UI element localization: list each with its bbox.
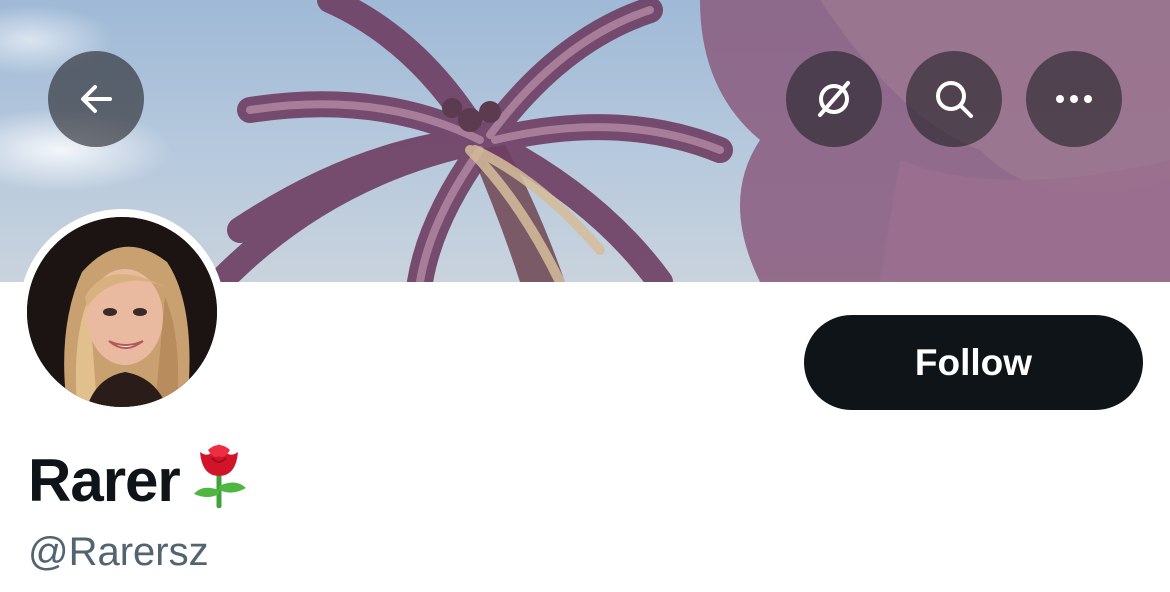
grok-button[interactable] (786, 51, 882, 147)
search-icon (936, 81, 973, 118)
username-handle: @Rarersz (28, 530, 209, 574)
more-horizontal-icon (1056, 95, 1092, 103)
grok-icon (818, 81, 850, 117)
follow-button[interactable]: Follow (804, 315, 1143, 410)
arrow-left-icon (81, 85, 112, 113)
avatar[interactable] (27, 217, 217, 407)
avatar-photo (27, 217, 217, 407)
display-name-text: Rarer (28, 446, 181, 514)
search-button[interactable] (906, 51, 1002, 147)
more-button[interactable] (1026, 51, 1122, 147)
back-button[interactable] (48, 51, 144, 147)
rose-emoji (188, 438, 250, 522)
display-name: Rarer (28, 444, 250, 515)
